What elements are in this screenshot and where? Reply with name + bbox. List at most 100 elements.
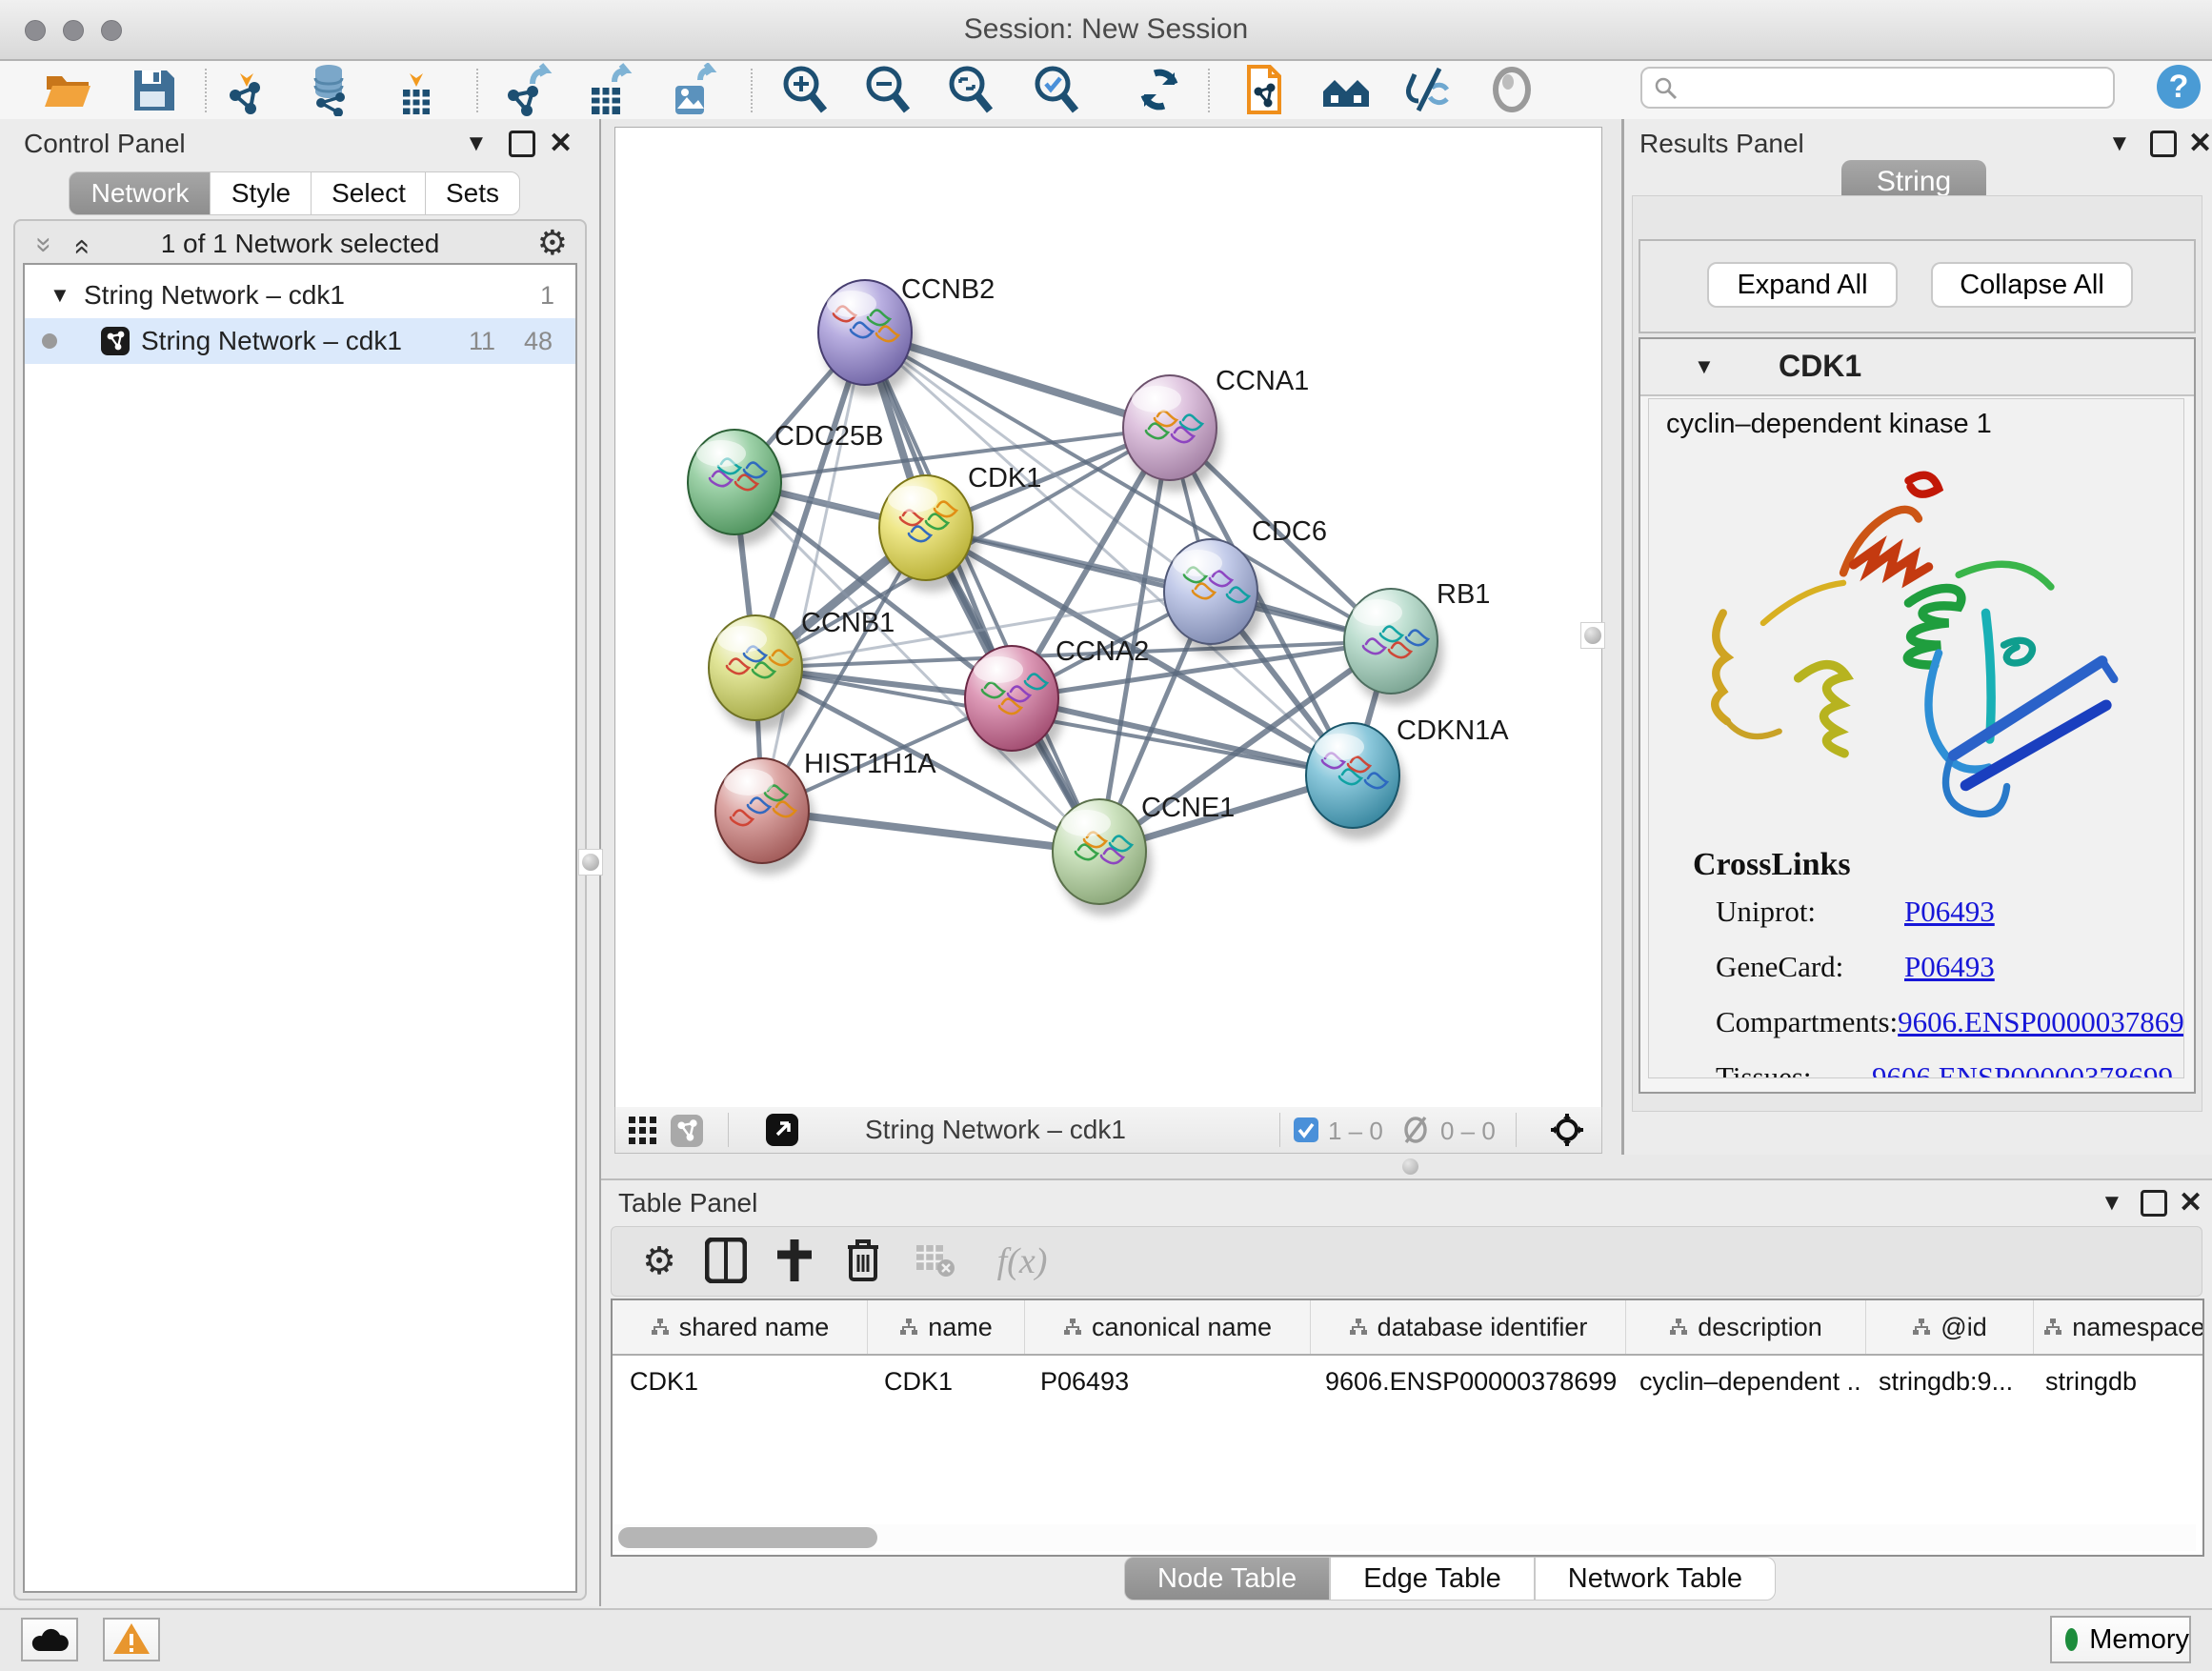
table-panel-float-icon[interactable]	[2141, 1190, 2167, 1217]
table-panel-close-icon[interactable]: ✕	[2179, 1186, 2202, 1219]
network-node[interactable]: CDK1	[879, 463, 1041, 592]
left-splitter-grip[interactable]	[578, 849, 603, 876]
collection-collapse-icon[interactable]: ▼	[50, 272, 70, 318]
table-cell[interactable]: stringdb	[2028, 1356, 2204, 1407]
table-cell[interactable]: CDK1	[613, 1356, 867, 1407]
zoom-in-button[interactable]	[777, 63, 833, 118]
crosslink-link[interactable]: 9606.ENSP00000378699	[1898, 1005, 2184, 1039]
collapse-all-icon[interactable]: »	[28, 237, 60, 253]
network-collection-row[interactable]: ▼ String Network – cdk1 1	[25, 272, 575, 318]
table-column-header[interactable]: shared name	[613, 1300, 868, 1354]
control-panel-close-icon[interactable]: ✕	[549, 127, 573, 160]
export-network-button[interactable]	[499, 63, 554, 118]
apply-layout-button[interactable]	[1132, 63, 1187, 118]
table-row[interactable]: CDK1CDK1P064939606.ENSP00000378699cyclin…	[613, 1356, 2204, 1407]
zoom-fit-button[interactable]	[943, 63, 998, 118]
tab-node-table[interactable]: Node Table	[1124, 1557, 1330, 1601]
tab-select[interactable]: Select	[311, 171, 427, 215]
node-label: RB1	[1437, 579, 1490, 610]
zoom-selected-button[interactable]	[1029, 63, 1084, 118]
table-column-header[interactable]: canonical name	[1025, 1300, 1311, 1354]
table-cell[interactable]: cyclin–dependent ...	[1622, 1356, 1861, 1407]
collapse-all-button[interactable]: Collapse All	[1931, 262, 2133, 308]
expand-all-icon[interactable]: »	[64, 239, 96, 255]
network-node[interactable]: CDC25B	[688, 421, 883, 546]
network-row[interactable]: String Network – cdk1 11 48	[25, 318, 575, 364]
network-node[interactable]: CDKN1A	[1306, 715, 1509, 839]
control-panel-float-icon[interactable]	[509, 131, 535, 157]
network-canvas[interactable]: CCNB2CCNA1CDC25BCDK1CDC6RB1CCNB1CCNA2CDK…	[614, 127, 1602, 1109]
add-column-icon[interactable]	[768, 1235, 821, 1288]
network-node[interactable]: CCNB1	[709, 608, 895, 732]
column-type-icon	[1912, 1318, 1931, 1337]
export-table-button[interactable]	[579, 63, 634, 118]
tab-style[interactable]: Style	[210, 171, 312, 215]
right-splitter-grip[interactable]	[1580, 622, 1605, 649]
gene-header-row[interactable]: ▼ CDK1	[1640, 339, 2194, 396]
tab-network-table[interactable]: Network Table	[1535, 1557, 1776, 1601]
warning-button[interactable]	[103, 1618, 160, 1661]
network-node[interactable]: RB1	[1344, 579, 1490, 705]
table-cell[interactable]: stringdb:9...	[1861, 1356, 2028, 1407]
table-column-header[interactable]: description	[1626, 1300, 1866, 1354]
results-panel-menu-arrow[interactable]: ▼	[2108, 131, 2131, 157]
eye-button[interactable]	[1484, 63, 1539, 118]
show-columns-icon[interactable]	[699, 1235, 753, 1288]
table-panel-menu-arrow[interactable]: ▼	[2101, 1190, 2123, 1217]
tab-sets[interactable]: Sets	[425, 171, 520, 215]
column-label: namespace	[2072, 1313, 2204, 1342]
expand-all-button[interactable]: Expand All	[1707, 262, 1898, 308]
table-cell[interactable]: P06493	[1023, 1356, 1308, 1407]
results-panel-close-icon[interactable]: ✕	[2188, 127, 2212, 160]
delete-table-icon[interactable]	[909, 1235, 962, 1288]
help-button[interactable]: ?	[2157, 65, 2201, 109]
network-node[interactable]: CCNE1	[1053, 793, 1235, 916]
hidden-eye-icon[interactable]	[1400, 1116, 1431, 1144]
table-tabs: Node Table Edge Table Network Table	[1124, 1557, 1776, 1599]
zoom-out-button[interactable]	[860, 63, 915, 118]
birds-eye-view-icon[interactable]	[766, 1114, 798, 1146]
import-network-database-button[interactable]	[303, 63, 358, 118]
import-table-file-button[interactable]	[389, 63, 444, 118]
delete-column-trash-icon[interactable]	[836, 1235, 890, 1288]
cloud-button[interactable]	[21, 1618, 78, 1661]
save-session-button[interactable]	[126, 63, 181, 118]
selected-checkbox-icon[interactable]	[1294, 1117, 1318, 1142]
export-image-button[interactable]	[663, 63, 718, 118]
network-edge-count: 48	[524, 318, 553, 364]
horizontal-scrollbar[interactable]	[614, 1524, 2196, 1551]
network-share-view-icon[interactable]	[671, 1115, 703, 1147]
tab-edge-table[interactable]: Edge Table	[1330, 1557, 1535, 1601]
network-node[interactable]: CCNA2	[965, 636, 1149, 762]
table-gear-icon[interactable]: ⚙	[633, 1235, 686, 1288]
network-node[interactable]: HIST1H1A	[715, 749, 936, 875]
crosslink-link[interactable]: 9606.ENSP00000378699	[1872, 1060, 2173, 1078]
import-network-file-button[interactable]	[221, 63, 276, 118]
gear-icon[interactable]: ⚙	[537, 223, 568, 263]
table-column-header[interactable]: namespace	[2034, 1300, 2204, 1354]
results-panel-float-icon[interactable]	[2150, 131, 2177, 157]
string-home-button[interactable]	[1318, 63, 1374, 118]
table-cell[interactable]: 9606.ENSP00000378699	[1308, 1356, 1622, 1407]
table-column-header[interactable]: @id	[1866, 1300, 2034, 1354]
crosslink-link[interactable]: P06493	[1904, 895, 1995, 929]
table-column-header[interactable]: database identifier	[1311, 1300, 1626, 1354]
control-panel-menu-arrow[interactable]: ▼	[465, 131, 488, 157]
show-hide-glasses-button[interactable]	[1400, 63, 1456, 118]
network-node[interactable]: CCNB2	[818, 274, 995, 396]
search-input[interactable]	[1686, 70, 2100, 103]
string-import-button[interactable]	[1235, 63, 1290, 118]
table-column-header[interactable]: name	[868, 1300, 1025, 1354]
pan-crosshair-icon[interactable]	[1549, 1112, 1585, 1148]
table-cell[interactable]: CDK1	[867, 1356, 1023, 1407]
scrollbar-thumb[interactable]	[618, 1527, 877, 1548]
grid-view-icon[interactable]	[629, 1117, 657, 1145]
horizontal-splitter-grip[interactable]	[1402, 1158, 1418, 1175]
open-session-button[interactable]	[40, 63, 95, 118]
tab-network[interactable]: Network	[69, 171, 211, 215]
gene-collapse-icon[interactable]: ▼	[1694, 354, 1715, 379]
network-node[interactable]: CDC6	[1164, 516, 1327, 655]
crosslink-link[interactable]: P06493	[1904, 950, 1995, 984]
function-builder-icon[interactable]: f(x)	[979, 1235, 1065, 1288]
memory-button[interactable]: Memory	[2050, 1616, 2191, 1663]
